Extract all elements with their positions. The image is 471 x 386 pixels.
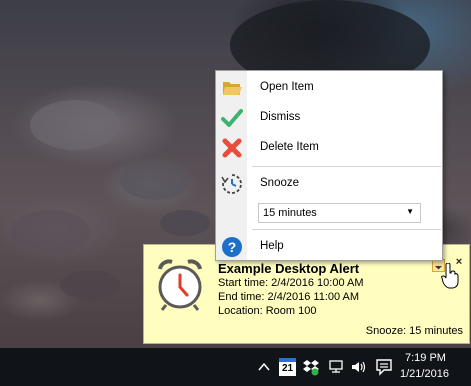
- snooze-duration-value: 15 minutes: [263, 207, 317, 219]
- network-icon[interactable]: [328, 358, 344, 376]
- alert-start-time: Start time: 2/4/2016 10:00 AM: [218, 277, 364, 289]
- taskbar: 21 7:19 PM 1/21/2016: [0, 348, 471, 386]
- alarm-clock-icon: [158, 259, 202, 311]
- taskbar-clock-date[interactable]: 1/21/2016: [400, 368, 449, 380]
- svg-text:?: ?: [228, 239, 237, 255]
- menu-item-open-item[interactable]: Open Item: [217, 74, 441, 102]
- show-hidden-icons-chevron-icon[interactable]: [257, 358, 271, 376]
- alert-title: Example Desktop Alert: [218, 261, 360, 276]
- alert-location: Location: Room 100: [218, 305, 317, 317]
- red-x-icon: [222, 138, 242, 158]
- speaker-volume-icon[interactable]: [351, 358, 367, 376]
- alert-context-menu: Open Item Dismiss Delete Item Snooze ? H…: [215, 70, 443, 261]
- calendar-tray-icon[interactable]: 21: [279, 358, 296, 376]
- snooze-clock-icon: [221, 174, 242, 194]
- menu-item-label: Help: [260, 240, 284, 252]
- menu-item-label: Delete Item: [260, 141, 319, 153]
- menu-separator: [252, 229, 441, 230]
- menu-item-label: Snooze: [260, 177, 300, 189]
- menu-item-delete-item[interactable]: Delete Item: [217, 134, 441, 162]
- folder-open-icon: [223, 82, 242, 95]
- menu-item-label: Open Item: [260, 81, 314, 93]
- menu-item-label: Dismiss: [260, 111, 301, 123]
- snooze-duration-select[interactable]: 15 minutes ▼: [258, 203, 421, 223]
- calendar-day-number: 21: [281, 363, 294, 374]
- menu-item-help[interactable]: ? Help: [217, 233, 441, 261]
- taskbar-clock-time[interactable]: 7:19 PM: [405, 352, 446, 364]
- alert-snooze-status: Snooze: 15 minutes: [365, 325, 463, 337]
- dropdown-arrow-icon: ▼: [406, 207, 414, 216]
- hand-cursor-icon: [441, 263, 459, 289]
- help-icon: ?: [222, 237, 242, 257]
- alert-end-time: End time: 2/4/2016 11:00 AM: [218, 291, 360, 303]
- checkmark-icon: [221, 109, 243, 127]
- menu-item-snooze[interactable]: Snooze: [217, 170, 441, 198]
- menu-separator: [252, 166, 441, 167]
- menu-item-dismiss[interactable]: Dismiss: [217, 104, 441, 132]
- dropbox-icon[interactable]: [303, 358, 319, 376]
- action-center-icon[interactable]: [375, 358, 393, 376]
